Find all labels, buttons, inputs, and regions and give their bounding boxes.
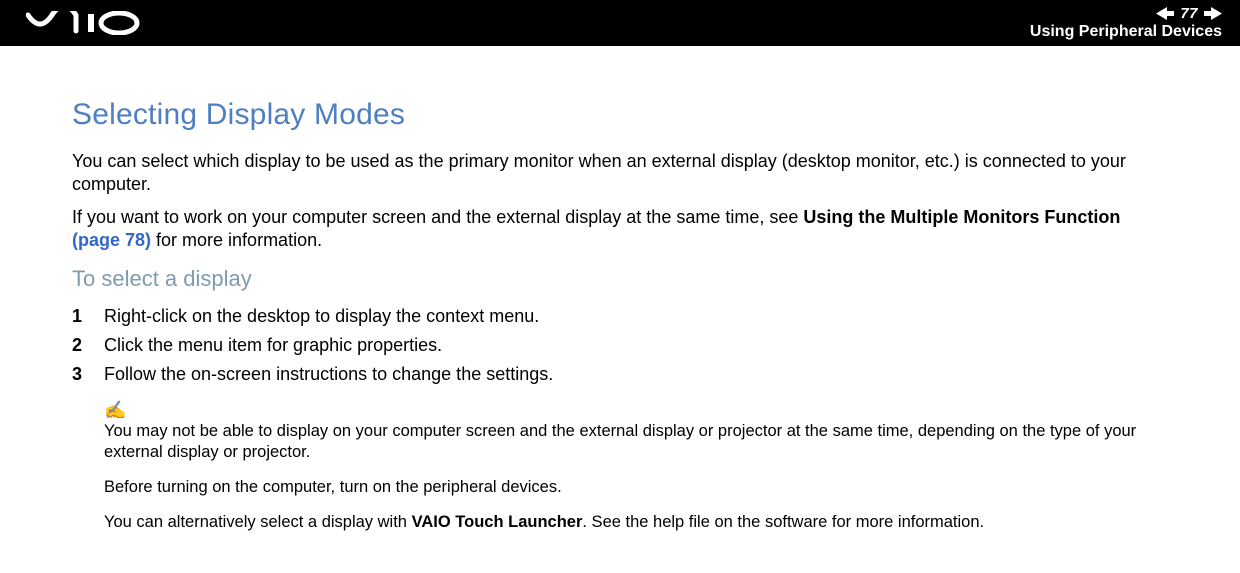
page-nav: 77 bbox=[1030, 5, 1222, 22]
pencil-icon: ✍ bbox=[104, 401, 1168, 419]
note3-a: You can alternatively select a display w… bbox=[104, 513, 412, 531]
vaio-logo bbox=[26, 11, 156, 35]
intro2-text-b: for more information. bbox=[151, 230, 322, 250]
step-item: 1 Right-click on the desktop to display … bbox=[72, 302, 1168, 331]
header-right: 77 Using Peripheral Devices bbox=[1030, 5, 1222, 42]
vaio-logo-svg bbox=[26, 11, 156, 35]
intro-paragraph-1: You can select which display to be used … bbox=[72, 150, 1168, 196]
page-content: Selecting Display Modes You can select w… bbox=[0, 46, 1240, 533]
note-block: ✍ You may not be able to display on your… bbox=[104, 401, 1168, 533]
step-item: 3 Follow the on-screen instructions to c… bbox=[72, 360, 1168, 389]
step-text: Right-click on the desktop to display th… bbox=[104, 302, 539, 331]
page-number: 77 bbox=[1180, 5, 1198, 22]
page-title: Selecting Display Modes bbox=[72, 98, 1168, 132]
step-item: 2 Click the menu item for graphic proper… bbox=[72, 331, 1168, 360]
note-2: Before turning on the computer, turn on … bbox=[104, 477, 1168, 498]
section-title: Using Peripheral Devices bbox=[1030, 23, 1222, 41]
note-1: You may not be able to display on your c… bbox=[104, 421, 1168, 463]
next-page-arrow-icon[interactable] bbox=[1204, 7, 1222, 20]
intro2-bold: Using the Multiple Monitors Function bbox=[803, 207, 1120, 227]
steps-list: 1 Right-click on the desktop to display … bbox=[72, 302, 1168, 388]
prev-page-arrow-icon[interactable] bbox=[1156, 7, 1174, 20]
subheading: To select a display bbox=[72, 266, 1168, 292]
step-number: 2 bbox=[72, 331, 104, 360]
step-number: 3 bbox=[72, 360, 104, 389]
step-text: Follow the on-screen instructions to cha… bbox=[104, 360, 553, 389]
header-bar: 77 Using Peripheral Devices bbox=[0, 0, 1240, 46]
note3-b: . See the help file on the software for … bbox=[582, 513, 984, 531]
intro2-text-a: If you want to work on your computer scr… bbox=[72, 207, 803, 227]
step-text: Click the menu item for graphic properti… bbox=[104, 331, 442, 360]
page-link-78[interactable]: (page 78) bbox=[72, 230, 151, 250]
note-3: You can alternatively select a display w… bbox=[104, 512, 1168, 533]
step-number: 1 bbox=[72, 302, 104, 331]
note3-bold: VAIO Touch Launcher bbox=[412, 513, 583, 531]
intro-paragraph-2: If you want to work on your computer scr… bbox=[72, 206, 1168, 252]
